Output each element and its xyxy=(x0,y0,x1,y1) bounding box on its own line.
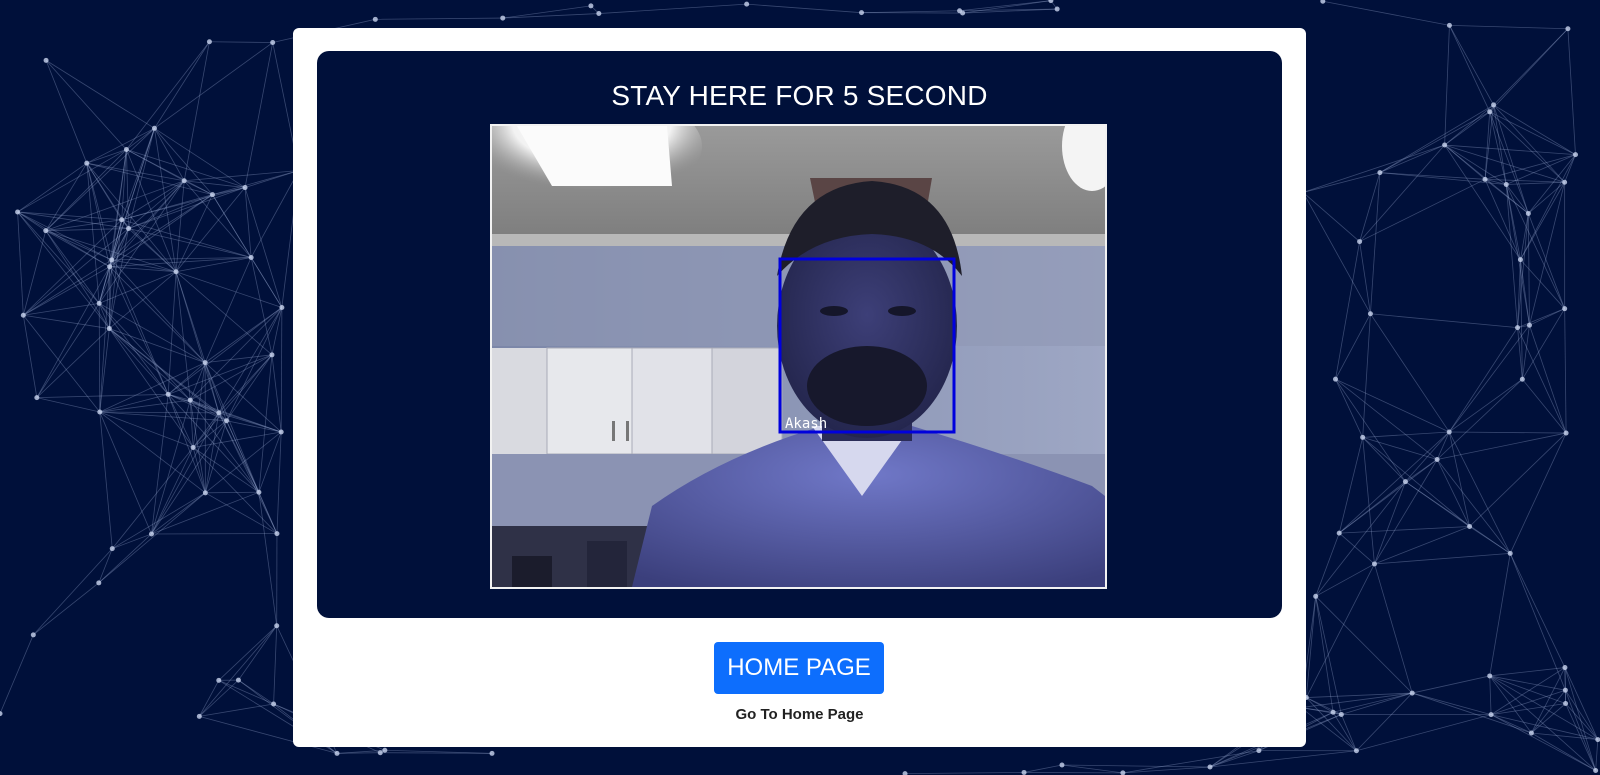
camera-panel: STAY HERE FOR 5 SECOND Akash xyxy=(317,51,1282,618)
home-page-button[interactable]: HOME PAGE xyxy=(714,642,884,694)
face-name-label: Akash xyxy=(785,416,827,432)
main-card: STAY HERE FOR 5 SECOND Akash HOME PAGE G… xyxy=(293,28,1306,747)
home-page-caption: Go To Home Page xyxy=(735,706,864,723)
page-title: STAY HERE FOR 5 SECOND xyxy=(611,80,988,111)
webcam-image: Akash xyxy=(492,126,1105,587)
webcam-feed: Akash xyxy=(490,124,1107,589)
